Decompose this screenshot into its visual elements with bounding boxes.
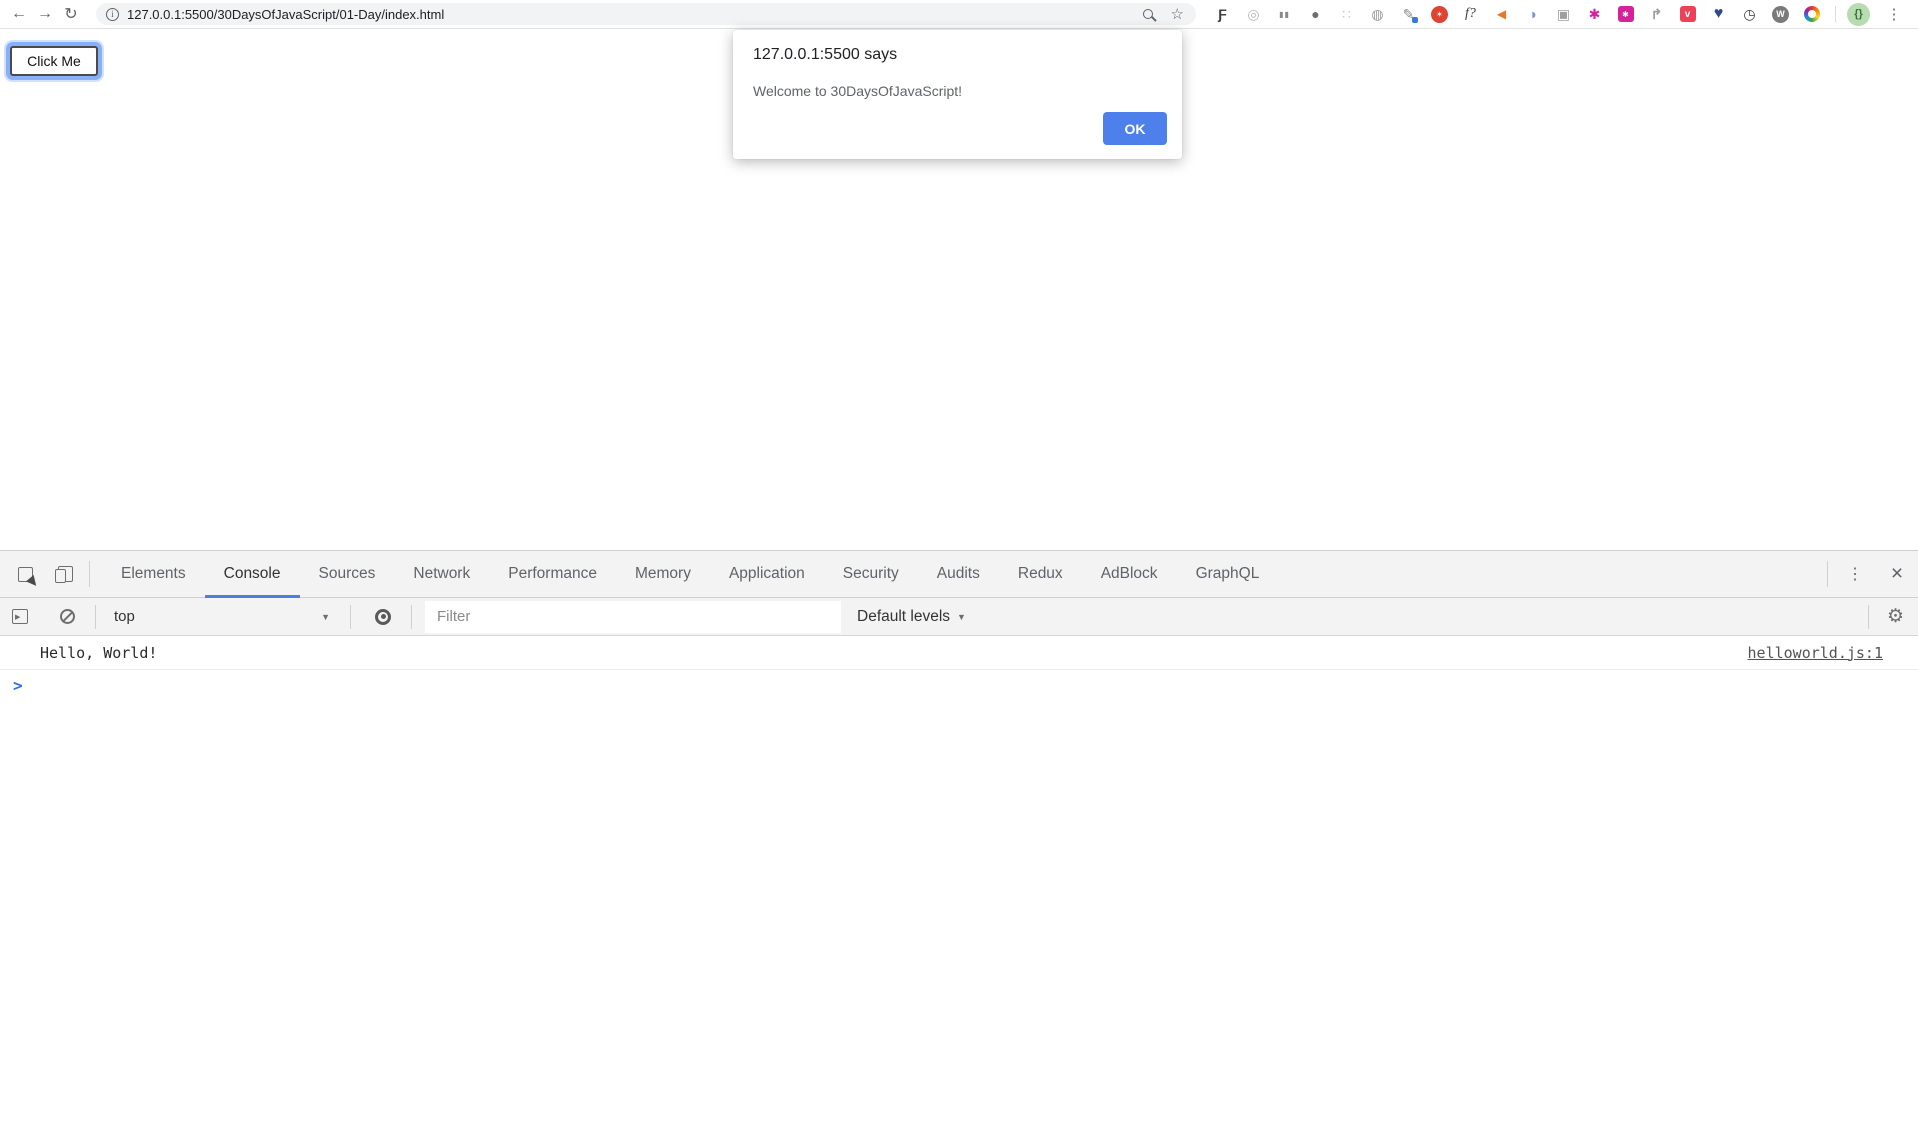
tab-audits[interactable]: Audits — [918, 551, 999, 598]
swirl-icon[interactable]: ◑ — [1523, 4, 1542, 24]
back-icon[interactable]: ← — [6, 5, 32, 23]
chevron-down-icon: ▼ — [957, 612, 966, 622]
extensions-row: Ƒ ◎ ▮▮ ● ∷ ◍ ✎ ✶ f? ◀ ◑ ▣ ✱ ✱ ↱ v ♥ ◷ W — [1213, 4, 1821, 24]
stop-hand-icon[interactable]: ✶ — [1431, 6, 1448, 23]
click-me-button[interactable]: Click Me — [10, 46, 98, 76]
tab-network[interactable]: Network — [394, 551, 489, 598]
toolbar-separator — [1835, 6, 1836, 22]
devtools-close-icon[interactable]: × — [1876, 562, 1918, 586]
chevron-down-icon: ▼ — [321, 612, 330, 622]
clear-console-icon[interactable] — [60, 609, 75, 624]
megaphone-icon[interactable]: ◀ — [1492, 4, 1511, 24]
dial-icon[interactable]: ◍ — [1368, 4, 1387, 24]
console-log-row: Hello, World! helloworld.js:1 — [0, 636, 1918, 670]
device-toolbar-icon[interactable] — [55, 566, 73, 583]
zoom-indicator-icon[interactable] — [1143, 9, 1153, 19]
browser-toolbar: ← → ↻ i 127.0.0.1:5500/30DaysOfJavaScrip… — [0, 0, 1918, 29]
tab-graphql[interactable]: GraphQL — [1177, 551, 1279, 598]
atom-pink-icon[interactable]: ✱ — [1585, 4, 1604, 24]
bug-icon[interactable]: ● — [1306, 4, 1325, 24]
fonts-ninja-icon[interactable]: Ƒ — [1213, 4, 1232, 24]
alert-title: 127.0.0.1:5500 says — [753, 46, 897, 64]
devtools-tabs: Elements Console Sources Network Perform… — [102, 551, 1278, 598]
columns-icon[interactable]: ▮▮ — [1275, 4, 1294, 24]
elbow-icon[interactable]: ↱ — [1647, 4, 1666, 24]
devtools-panel: Elements Console Sources Network Perform… — [0, 550, 1918, 1146]
browser-menu-icon[interactable]: ⋮ — [1884, 5, 1904, 23]
pocket-icon[interactable]: v — [1680, 6, 1696, 22]
devtools-menu-icon[interactable]: ⋮ — [1844, 564, 1866, 584]
console-toolbar-separator — [411, 605, 412, 629]
tabbar-right: ⋮ × — [1811, 561, 1918, 587]
tabbar-right-separator — [1827, 561, 1828, 587]
grid-disabled-icon[interactable]: ∷ — [1337, 4, 1356, 24]
browser-window: ← → ↻ i 127.0.0.1:5500/30DaysOfJavaScrip… — [0, 0, 1918, 1146]
heart-search-icon[interactable]: ♥ — [1709, 4, 1728, 24]
log-levels-label: Default levels — [857, 608, 950, 626]
log-levels-select[interactable]: Default levels ▼ — [857, 608, 966, 626]
console-sidebar-toggle-icon[interactable]: ▶ — [12, 609, 28, 624]
camera-icon[interactable]: ▣ — [1554, 4, 1573, 24]
forward-icon[interactable]: → — [32, 5, 58, 23]
tab-security[interactable]: Security — [824, 551, 918, 598]
devtools-tabbar: Elements Console Sources Network Perform… — [0, 551, 1918, 598]
console-messages: Hello, World! helloworld.js:1 > — [0, 636, 1918, 700]
tab-elements[interactable]: Elements — [102, 551, 205, 598]
clock-icon[interactable]: ◷ — [1740, 4, 1759, 24]
tab-redux[interactable]: Redux — [999, 551, 1082, 598]
console-toolbar-separator — [95, 605, 96, 629]
tab-memory[interactable]: Memory — [616, 551, 710, 598]
page-content: Click Me 127.0.0.1:5500 says Welcome to … — [0, 30, 1918, 550]
source-link[interactable]: helloworld.js:1 — [1748, 644, 1883, 662]
tab-sources[interactable]: Sources — [300, 551, 395, 598]
console-toolbar-separator — [350, 605, 351, 629]
w-circle-icon[interactable]: W — [1772, 6, 1789, 23]
settings-gear-icon[interactable]: ⚙ — [1887, 605, 1904, 628]
inspect-element-icon[interactable] — [18, 567, 33, 582]
url-bar[interactable]: i 127.0.0.1:5500/30DaysOfJavaScript/01-D… — [96, 3, 1196, 25]
alert-dialog: 127.0.0.1:5500 says Welcome to 30DaysOfJ… — [733, 30, 1182, 159]
reload-icon[interactable]: ↻ — [58, 4, 84, 24]
frame-context-label: top — [114, 608, 135, 625]
bookmark-star-icon[interactable]: ☆ — [1171, 5, 1184, 23]
tab-performance[interactable]: Performance — [489, 551, 616, 598]
console-prompt[interactable]: > — [0, 670, 1918, 700]
orbit-icon[interactable]: ◎ — [1244, 4, 1263, 24]
url-text: 127.0.0.1:5500/30DaysOfJavaScript/01-Day… — [127, 7, 444, 22]
console-toolbar-separator — [1868, 605, 1869, 629]
frame-context-select[interactable]: top ▼ — [114, 608, 330, 625]
tab-console[interactable]: Console — [205, 551, 300, 598]
alert-message: Welcome to 30DaysOfJavaScript! — [753, 83, 962, 99]
profile-avatar[interactable]: {} — [1847, 3, 1870, 26]
alert-ok-button[interactable]: OK — [1103, 112, 1167, 145]
console-toolbar-right: ⚙ — [1848, 605, 1918, 629]
console-toolbar: ▶ top ▼ Default levels ▼ ⚙ — [0, 598, 1918, 636]
live-expression-eye-icon[interactable] — [375, 609, 391, 625]
tab-application[interactable]: Application — [710, 551, 824, 598]
prompt-chevron-icon: > — [13, 677, 23, 695]
eyedropper-icon[interactable]: ✎ — [1399, 4, 1418, 24]
tabbar-separator — [89, 561, 90, 587]
gear-pink-icon[interactable]: ✱ — [1618, 6, 1634, 22]
console-filter-input[interactable] — [425, 601, 841, 633]
page-info-icon[interactable]: i — [106, 8, 119, 21]
tab-adblock[interactable]: AdBlock — [1082, 551, 1177, 598]
colorful-ring-icon[interactable] — [1804, 6, 1820, 22]
f-question-icon[interactable]: f? — [1461, 4, 1480, 24]
console-log-text: Hello, World! — [40, 644, 157, 662]
